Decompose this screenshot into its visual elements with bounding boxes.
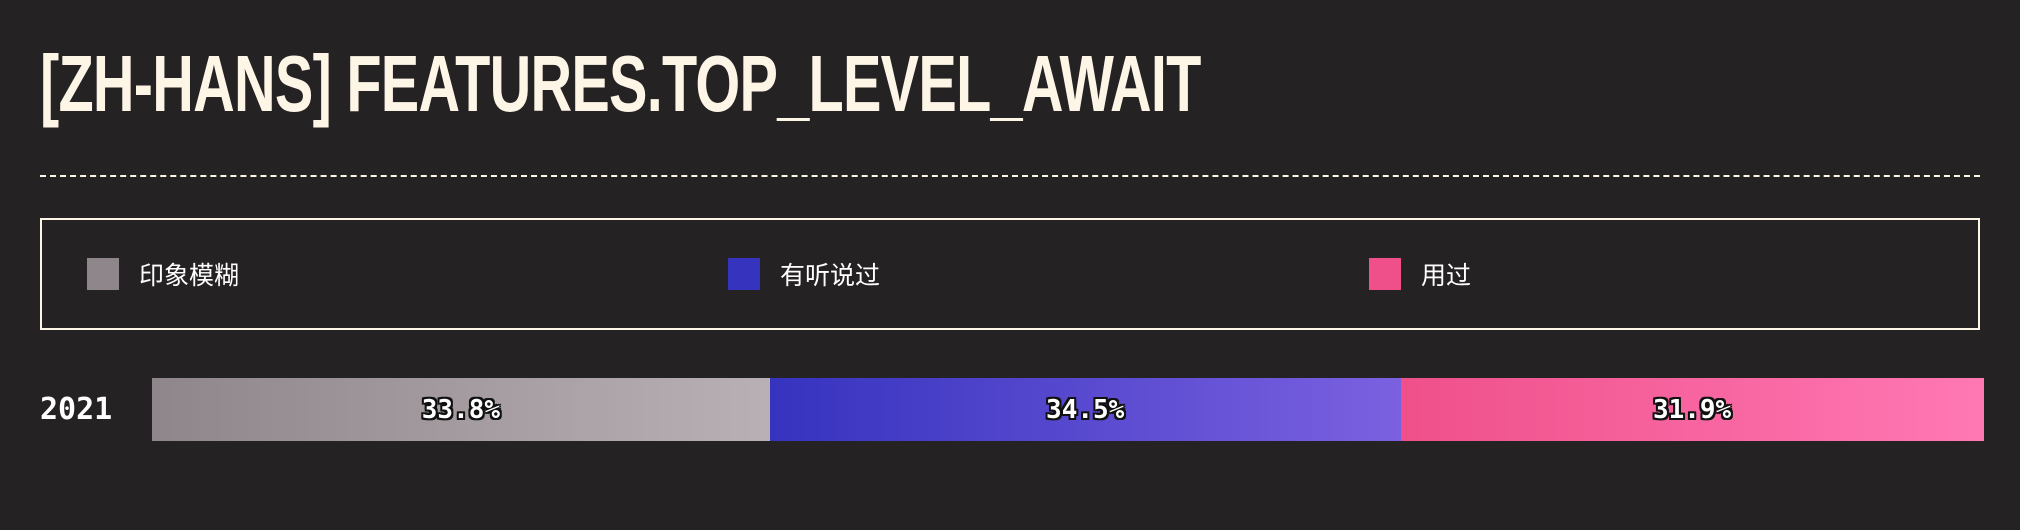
divider bbox=[40, 175, 1980, 177]
legend-label-used: 用过 bbox=[1421, 261, 1472, 290]
legend-label-heard: 有听说过 bbox=[780, 261, 881, 290]
bar-segment-heard[interactable]: 34.5% bbox=[769, 378, 1401, 441]
legend-swatch-vague bbox=[87, 258, 119, 290]
legend: 印象模糊 有听说过 用过 bbox=[40, 218, 1980, 330]
legend-item-used[interactable]: 用过 bbox=[1369, 258, 1471, 290]
legend-swatch-heard bbox=[728, 258, 760, 290]
stacked-bar-2021: 33.8% 34.5% 31.9% bbox=[152, 378, 1984, 441]
legend-item-heard[interactable]: 有听说过 bbox=[728, 258, 880, 290]
bar-segment-vague[interactable]: 33.8% bbox=[152, 378, 770, 441]
legend-swatch-used bbox=[1369, 258, 1401, 290]
row-label-2021: 2021 bbox=[40, 392, 113, 427]
bar-value-label-used: 31.9% bbox=[1652, 394, 1732, 425]
legend-label-vague: 印象模糊 bbox=[139, 261, 240, 290]
legend-item-vague[interactable]: 印象模糊 bbox=[87, 258, 239, 290]
bar-value-label-heard: 34.5% bbox=[1046, 394, 1125, 425]
page-title: [ZH-HANS] FEATURES.TOP_LEVEL_AWAIT bbox=[40, 39, 1201, 128]
bar-value-label-vague: 33.8% bbox=[421, 394, 501, 425]
bar-segment-used[interactable]: 31.9% bbox=[1400, 378, 1984, 441]
